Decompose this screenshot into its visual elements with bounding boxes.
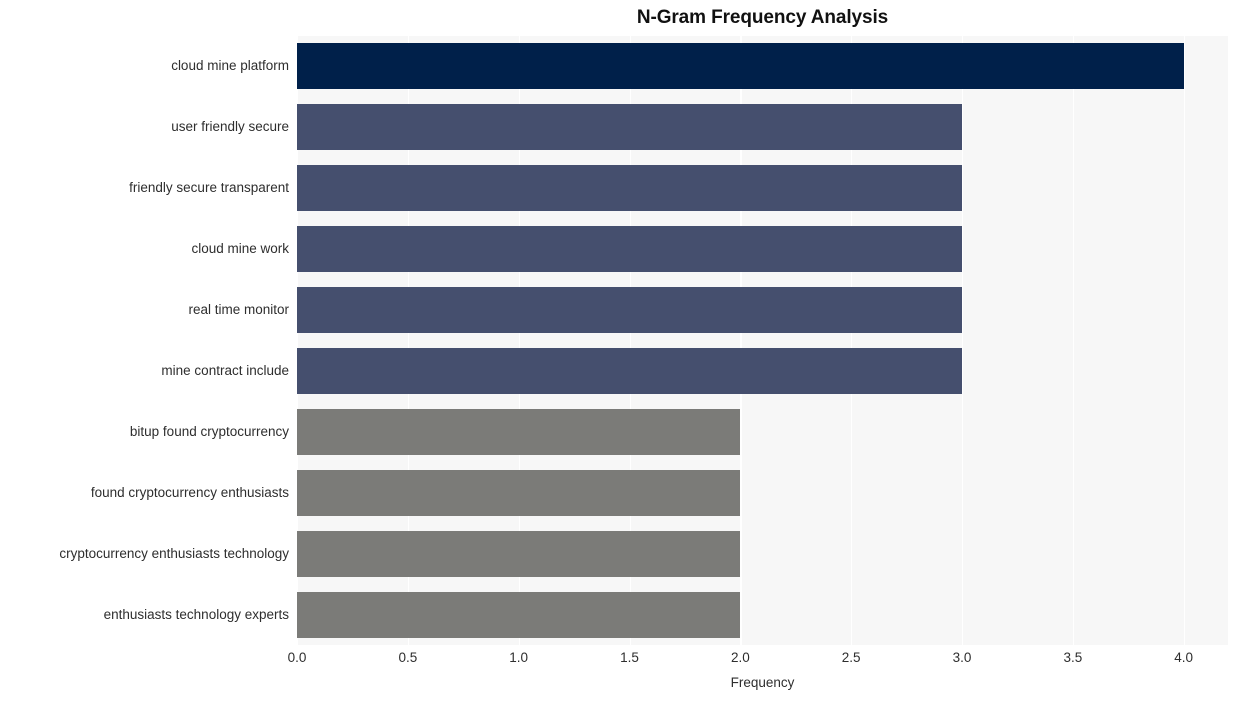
y-axis-tick-label: cryptocurrency enthusiasts technology [59,545,289,561]
x-axis-tick-label: 0.5 [398,650,418,665]
bars-layer [297,36,1228,645]
bar[interactable] [297,347,962,394]
bar[interactable] [297,104,962,151]
x-axis-tick-label: 1.0 [509,650,529,665]
x-axis-tick-label: 1.5 [620,650,639,665]
y-axis-tick-labels: cloud mine platform user friendly secure f… [0,36,289,645]
bar[interactable] [297,591,741,638]
y-axis-tick-label: found cryptocurrency enthusiasts [90,484,289,500]
x-axis-tick-label: 2.0 [730,650,750,665]
y-axis-tick-label: friendly secure transparent [129,180,289,196]
bar[interactable] [297,165,962,212]
bar[interactable] [297,530,741,577]
bar[interactable] [297,469,741,516]
y-axis-tick-label: cloud mine work [191,241,289,257]
x-axis-tick-label: 0.0 [287,650,307,665]
bar[interactable] [297,287,962,334]
x-axis-title: Frequency [730,675,795,690]
chart-figure: N-Gram Frequency Analysis cloud mine pla… [0,0,1237,701]
x-axis-tick-label: 4.0 [1174,650,1194,665]
x-axis-tick-label: 3.5 [1063,650,1083,665]
x-axis-tick-labels: 0.0 0.5 1.0 1.5 2.0 2.5 3.0 3.5 4.0 [0,650,1237,672]
plot-area [297,36,1228,645]
chart-title: N-Gram Frequency Analysis [636,7,889,28]
y-axis-tick-label: real time monitor [188,302,289,318]
bar[interactable] [297,408,741,455]
x-axis-tick-label: 3.0 [952,650,972,665]
x-axis-tick-label: 2.5 [841,650,861,665]
y-axis-tick-label: cloud mine platform [171,58,289,74]
y-axis-tick-label: enthusiasts technology experts [103,606,289,622]
bar[interactable] [297,226,962,273]
bar[interactable] [297,43,1184,90]
y-axis-tick-label: bitup found cryptocurrency [129,423,289,439]
y-axis-tick-label: user friendly secure [171,119,289,135]
y-axis-tick-label: mine contract include [161,362,289,378]
